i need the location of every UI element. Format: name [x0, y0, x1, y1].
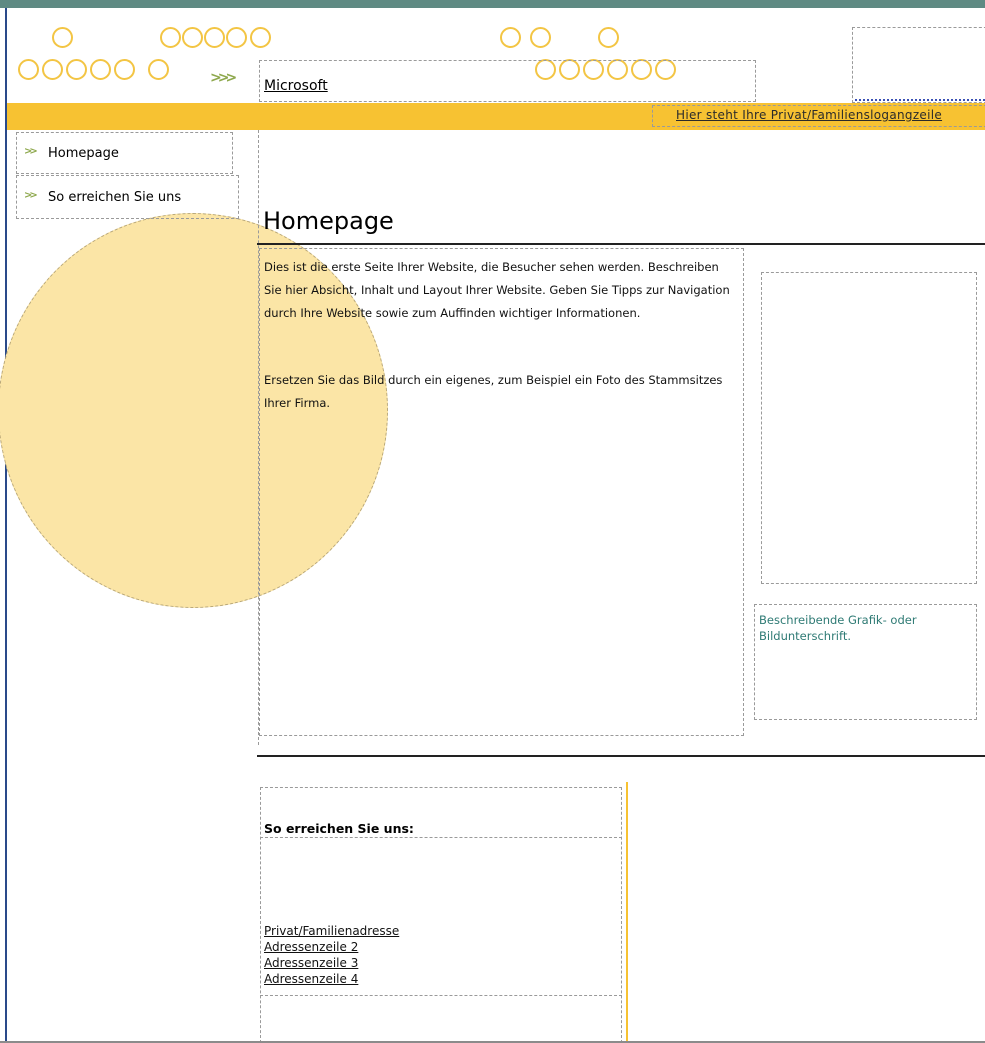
- sidebar-item-label: So erreichen Sie uns: [48, 190, 182, 205]
- brand-name[interactable]: Microsoft: [264, 78, 328, 94]
- chevron-arrows-icon: >>: [24, 190, 38, 201]
- page-title[interactable]: Homepage: [263, 207, 394, 235]
- picture-placeholder[interactable]: [761, 272, 977, 584]
- ring-icon: [182, 27, 203, 48]
- ring-icon: [42, 59, 63, 80]
- horizontal-rule: [257, 755, 985, 757]
- contact-accent-rule: [626, 782, 628, 1043]
- picture-caption[interactable]: Beschreibende Grafik- oder Bildunterschr…: [759, 612, 969, 644]
- horizontal-rule: [257, 243, 985, 245]
- logo-placeholder[interactable]: [852, 27, 985, 103]
- image-hint-paragraph[interactable]: Ersetzen Sie das Bild durch ein eigenes,…: [264, 369, 736, 415]
- sidebar-item-contact[interactable]: >> So erreichen Sie uns: [16, 175, 239, 219]
- ring-icon: [500, 27, 521, 48]
- contact-heading[interactable]: So erreichen Sie uns:: [264, 821, 414, 836]
- ring-icon: [250, 27, 271, 48]
- sidebar-item-homepage[interactable]: >> Homepage: [16, 132, 233, 174]
- top-bar: [0, 0, 985, 8]
- address-line[interactable]: Adressenzeile 3: [264, 955, 358, 971]
- intro-paragraph[interactable]: Dies ist die erste Seite Ihrer Website, …: [264, 256, 736, 325]
- address-line[interactable]: Privat/Familienadresse: [264, 923, 399, 939]
- brand-placeholder[interactable]: [259, 60, 756, 102]
- chevron-arrows-icon: >>: [24, 146, 38, 157]
- contact-divider: [260, 837, 622, 838]
- ring-icon: [530, 27, 551, 48]
- address-line[interactable]: Adressenzeile 4: [264, 971, 358, 987]
- contact-divider: [260, 995, 622, 996]
- logo-underline: [855, 99, 985, 101]
- sidebar-item-label: Homepage: [48, 146, 119, 161]
- ring-icon: [204, 27, 225, 48]
- chevron-arrows-icon: >>>: [210, 70, 237, 86]
- left-border-line: [5, 8, 7, 1043]
- ring-icon: [18, 59, 39, 80]
- ring-icon: [160, 27, 181, 48]
- ring-icon: [52, 27, 73, 48]
- ring-icon: [90, 59, 111, 80]
- ring-icon: [226, 27, 247, 48]
- address-line[interactable]: Adressenzeile 2: [264, 939, 358, 955]
- slogan-text[interactable]: Hier steht Ihre Privat/Familienslogangze…: [676, 108, 942, 122]
- ring-icon: [148, 59, 169, 80]
- ring-icon: [598, 27, 619, 48]
- ring-icon: [114, 59, 135, 80]
- ring-icon: [66, 59, 87, 80]
